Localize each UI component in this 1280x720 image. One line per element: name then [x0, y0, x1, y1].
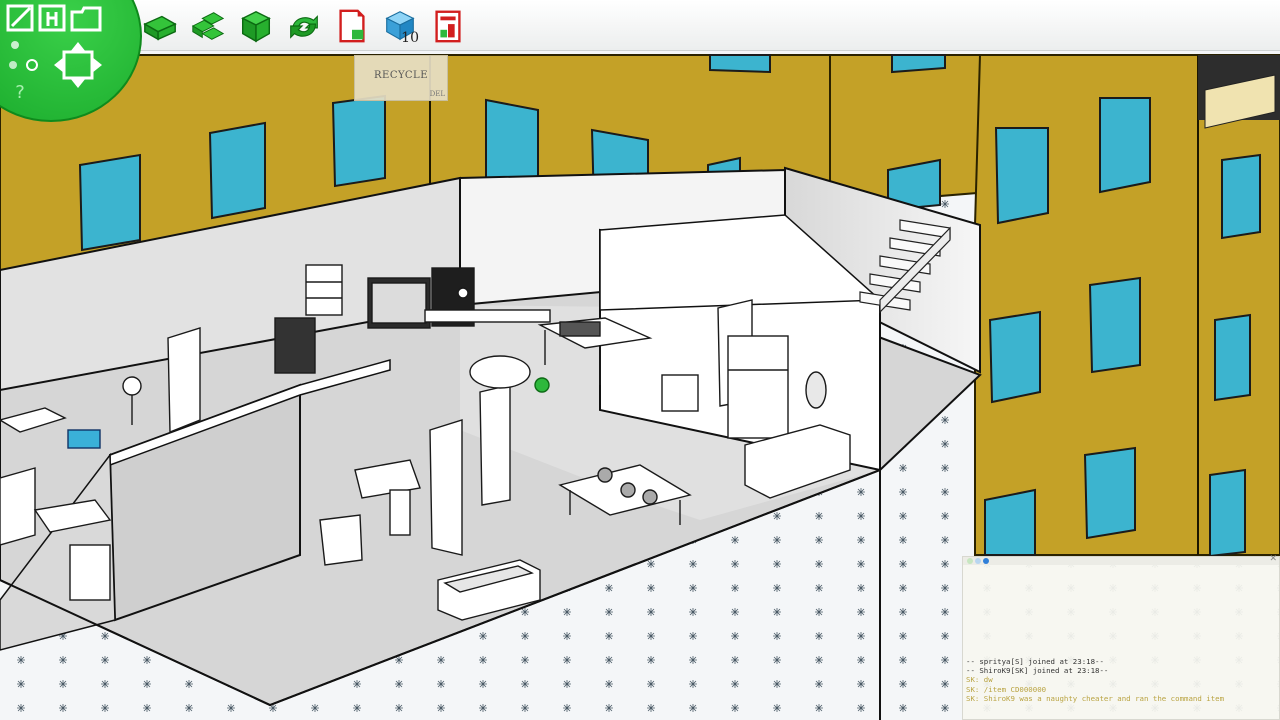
zoom-out-icon[interactable] [6, 58, 42, 72]
green-cube-icon [241, 10, 271, 43]
chat-title-bar[interactable]: ✕ [963, 554, 1279, 565]
inventory-count: 10 [401, 30, 419, 46]
chat-message: -- ShiroK9[SK] joined at 23:18-- [966, 666, 1109, 676]
red-book-icon [435, 10, 461, 43]
svg-text:?: ? [15, 82, 25, 102]
chat-message: -- spritya[S] joined at 23:18-- [966, 657, 1104, 666]
chat-message: SK: ShiroK9 was a naughty cheater and ra… [966, 693, 1225, 703]
chat-close-icon[interactable]: ✕ [1269, 554, 1277, 564]
chat-message: SK: /item CD000000 [966, 684, 1047, 694]
green-stacked-tiles-icon [191, 12, 225, 40]
green-floor-tile-icon [143, 15, 177, 41]
chat-message: SK: dw [966, 675, 993, 685]
inventory-tool-button[interactable]: 10 [380, 6, 420, 46]
document-tool-button[interactable] [332, 6, 372, 46]
green-rotate-arrows-icon [290, 15, 318, 39]
chat-window[interactable]: ✕ -- spritya[S] joined at 23:18-- -- Shi… [962, 554, 1280, 720]
zoom-in-icon[interactable] [10, 40, 20, 50]
chat-dot-icon [967, 558, 973, 564]
recycle-hotkey-hint: DEL [429, 90, 445, 98]
folder-icon[interactable] [70, 4, 102, 32]
floor-tile-tool-button[interactable] [140, 6, 180, 46]
tile-group-tool-button[interactable] [188, 6, 228, 46]
chat-log: -- spritya[S] joined at 23:18-- -- Shiro… [966, 657, 1276, 703]
block-tool-button[interactable] [236, 6, 276, 46]
recycle-drop-zone[interactable]: RECYCLE DEL [354, 55, 448, 101]
rotate-tool-button[interactable] [284, 6, 324, 46]
recycle-label: RECYCLE [374, 70, 428, 81]
help-icon[interactable]: ? [10, 80, 30, 102]
house-icon[interactable] [38, 4, 68, 32]
chat-dot-icon [983, 558, 989, 564]
red-document-icon [339, 9, 365, 43]
chat-dot-icon [975, 558, 981, 564]
catalog-tool-button[interactable] [428, 6, 468, 46]
top-toolbar: 10 [0, 0, 1280, 51]
edit-icon[interactable] [6, 4, 36, 32]
move-arrows-icon[interactable] [52, 40, 104, 90]
